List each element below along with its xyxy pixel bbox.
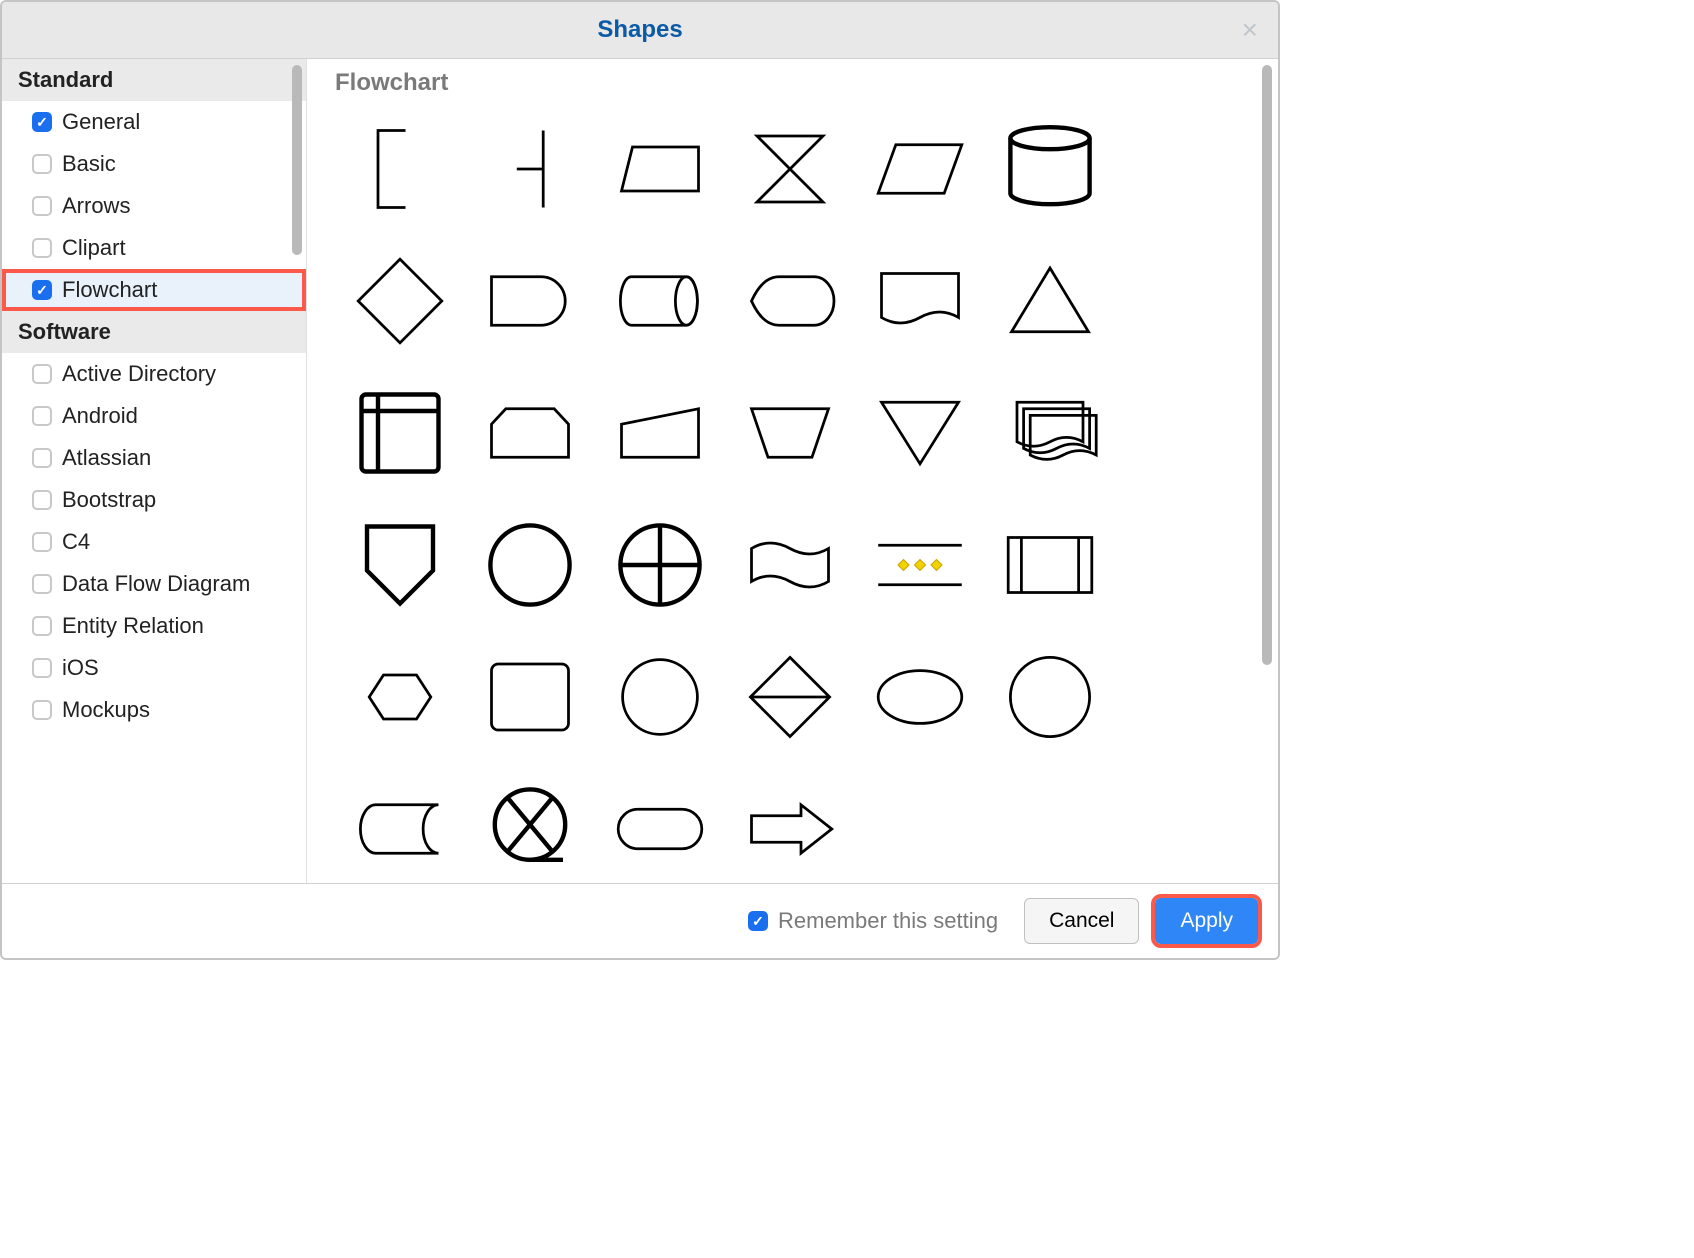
category-item-label: Active Directory [62,361,216,387]
category-item[interactable]: iOS [2,647,306,689]
checkbox[interactable] [32,280,52,300]
offpage-connector-icon[interactable] [335,501,465,629]
category-item-label: Mockups [62,697,150,723]
internal-storage-icon[interactable] [335,369,465,497]
direct-data-cylinder-icon[interactable] [595,237,725,365]
checkbox[interactable] [32,196,52,216]
cancel-button[interactable]: Cancel [1024,898,1139,944]
shape-grid [335,105,1250,883]
checkbox[interactable] [32,574,52,594]
manual-input-icon[interactable] [595,369,725,497]
parallelogram-icon[interactable] [855,105,985,233]
loop-limit-icon[interactable] [465,369,595,497]
preview-title: Flowchart [335,69,1250,97]
category-item[interactable]: Active Directory [2,353,306,395]
category-item[interactable]: Android [2,395,306,437]
decision-diamond-icon[interactable] [335,237,465,365]
predefined-process-icon[interactable] [985,501,1115,629]
category-item[interactable]: Clipart [2,227,306,269]
category-item[interactable]: General [2,101,306,143]
extract-triangle-icon[interactable] [985,237,1115,365]
checkbox[interactable] [32,112,52,132]
document-icon[interactable] [855,237,985,365]
preview-scrollbar[interactable] [1262,65,1272,665]
title-bar: Shapes × [2,2,1278,59]
delay-icon[interactable] [465,237,595,365]
connector-circle-icon[interactable] [465,501,595,629]
remember-label: Remember this setting [778,908,998,934]
category-item[interactable]: C4 [2,521,306,563]
circle-icon[interactable] [985,633,1115,761]
database-cylinder-icon[interactable] [985,105,1115,233]
merge-triangle-down-icon[interactable] [855,369,985,497]
checkbox[interactable] [32,616,52,636]
annotation-bracket-joined-icon[interactable] [465,105,595,233]
dialog-title: Shapes [597,16,682,43]
category-item[interactable]: Bootstrap [2,479,306,521]
category-item[interactable]: Flowchart [2,269,306,311]
collate-icon[interactable] [725,105,855,233]
checkbox[interactable] [32,364,52,384]
footer: Remember this setting Cancel Apply [2,883,1278,958]
preparation-hexagon-icon[interactable] [335,633,465,761]
category-item-label: General [62,109,140,135]
category-item-label: C4 [62,529,90,555]
sort-diamond-icon[interactable] [725,633,855,761]
checkbox[interactable] [32,154,52,174]
shapes-dialog: Shapes × Standard General Basic Arrows Clipa… [0,0,1280,960]
ellipse-terminator-icon[interactable] [855,633,985,761]
category-item[interactable]: Entity Relation [2,605,306,647]
category-item-label: Clipart [62,235,126,261]
checkbox[interactable] [32,448,52,468]
category-item-label: Android [62,403,138,429]
small-circle-icon[interactable] [595,633,725,761]
close-icon[interactable]: × [1242,14,1258,46]
category-item-label: Arrows [62,193,130,219]
apply-button[interactable]: Apply [1155,898,1258,944]
multi-document-icon[interactable] [985,369,1115,497]
sidebar: Standard General Basic Arrows Clipart Flowcha… [2,59,307,883]
arrow-block-icon[interactable] [725,765,855,883]
category-item[interactable]: Basic [2,143,306,185]
checkbox[interactable] [32,490,52,510]
remember-setting[interactable]: Remember this setting [748,908,998,934]
core-dots-icon[interactable] [855,501,985,629]
punched-tape-icon[interactable] [725,501,855,629]
summing-junction-icon[interactable] [595,501,725,629]
category-item[interactable]: Atlassian [2,437,306,479]
tape-reel-icon[interactable] [465,765,595,883]
stored-data-icon[interactable] [335,765,465,883]
preview-pane: Flowchart [307,59,1278,883]
category-item[interactable]: Data Flow Diagram [2,563,306,605]
checkbox[interactable] [32,406,52,426]
checkbox[interactable] [32,700,52,720]
category-item-label: Atlassian [62,445,151,471]
dialog-body: Standard General Basic Arrows Clipart Flowcha… [2,59,1278,883]
checkbox[interactable] [32,238,52,258]
sidebar-scrollbar[interactable] [292,65,302,255]
terminator-rounded-icon[interactable] [595,765,725,883]
manual-operation-icon[interactable] [725,369,855,497]
data-io-icon[interactable] [595,105,725,233]
checkbox[interactable] [32,658,52,678]
checkbox[interactable] [32,532,52,552]
category-item[interactable]: Mockups [2,689,306,731]
category-item-label: Data Flow Diagram [62,571,250,597]
category-item[interactable]: Arrows [2,185,306,227]
category-header: Standard [2,59,306,101]
category-item-label: Bootstrap [62,487,156,513]
category-header: Software [2,311,306,353]
category-item-label: Basic [62,151,116,177]
display-icon[interactable] [725,237,855,365]
category-item-label: iOS [62,655,99,681]
category-item-label: Entity Relation [62,613,204,639]
process-rectangle-icon[interactable] [465,633,595,761]
category-item-label: Flowchart [62,277,157,303]
annotation-bracket-left-icon[interactable] [335,105,465,233]
remember-checkbox[interactable] [748,911,768,931]
